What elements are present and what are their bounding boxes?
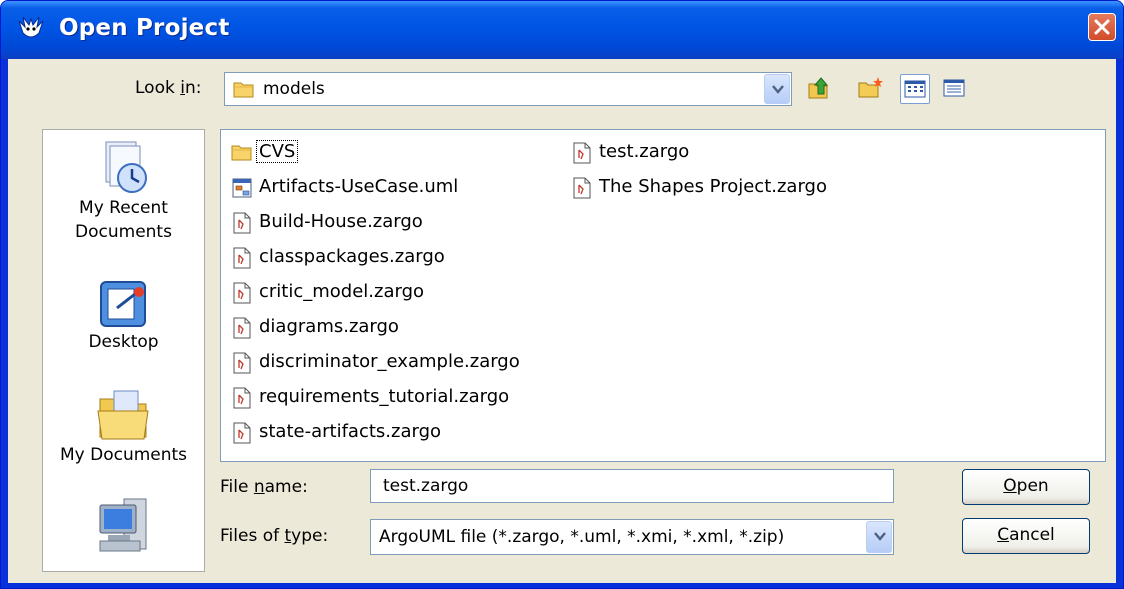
place-my-recent-documents[interactable]: My Recent Documents xyxy=(43,138,204,268)
folder-icon xyxy=(231,145,252,161)
details-view-button[interactable] xyxy=(940,74,970,104)
zargo-file-icon xyxy=(233,422,251,444)
create-new-folder-button[interactable] xyxy=(856,74,886,104)
title-bar[interactable]: Open Project xyxy=(1,1,1123,59)
file-name-label: File name: xyxy=(220,477,308,497)
files-of-type-dropdown-button[interactable] xyxy=(866,521,892,553)
close-button[interactable] xyxy=(1088,13,1116,41)
zargo-file-icon xyxy=(233,282,251,304)
zargo-file-icon xyxy=(573,177,591,199)
zargo-file-icon xyxy=(233,352,251,374)
folder-icon xyxy=(233,82,254,98)
uml-file-icon xyxy=(232,178,252,198)
open-button[interactable]: Open xyxy=(962,469,1090,505)
files-of-type-combo[interactable]: ArgoUML file (*.zargo, *.uml, *.xmi, *.x… xyxy=(370,519,894,555)
look-in-combo[interactable]: models xyxy=(224,72,792,106)
zargo-file-icon xyxy=(573,142,591,164)
my-computer-icon xyxy=(99,498,146,552)
dialog-body: Look in: models My Recent Documents Desk… xyxy=(8,59,1116,583)
details-view-icon xyxy=(943,79,965,97)
recent-documents-icon xyxy=(105,141,147,193)
file-name-input[interactable]: test.zargo xyxy=(370,469,894,503)
places-bar: My Recent Documents Desktop My Documents xyxy=(42,129,205,572)
open-project-dialog: Open Project Look in: models My Recent D… xyxy=(0,0,1124,589)
close-icon xyxy=(1094,19,1110,35)
files-of-type-label: Files of type: xyxy=(220,526,329,546)
files-of-type-value: ArgoUML file (*.zargo, *.uml, *.xmi, *.x… xyxy=(379,527,785,547)
new-folder-icon xyxy=(858,77,883,98)
list-view-icon xyxy=(904,80,926,98)
zargo-file-icon xyxy=(233,212,251,234)
cancel-button[interactable]: Cancel xyxy=(962,518,1090,554)
window-title: Open Project xyxy=(59,15,230,41)
my-documents-icon xyxy=(96,390,149,440)
up-one-level-button[interactable] xyxy=(805,74,835,104)
place-my-documents[interactable]: My Documents xyxy=(43,385,204,483)
place-my-computer[interactable] xyxy=(43,495,204,565)
zargo-file-icon xyxy=(233,247,251,269)
chevron-down-icon xyxy=(874,532,886,541)
chevron-down-icon xyxy=(772,85,784,94)
list-view-button[interactable] xyxy=(900,74,930,104)
place-desktop[interactable]: Desktop xyxy=(43,278,204,378)
file-list[interactable]: CVS Artifacts-UseCase.uml Build-House.za… xyxy=(220,129,1106,462)
look-in-dropdown-button[interactable] xyxy=(764,74,790,104)
argouml-logo-icon xyxy=(18,16,44,38)
zargo-file-icon xyxy=(233,317,251,339)
up-folder-icon xyxy=(808,77,829,99)
zargo-file-icon xyxy=(233,387,251,409)
look-in-value: models xyxy=(263,79,325,99)
look-in-label: Look in: xyxy=(135,78,202,98)
desktop-icon xyxy=(99,281,146,327)
